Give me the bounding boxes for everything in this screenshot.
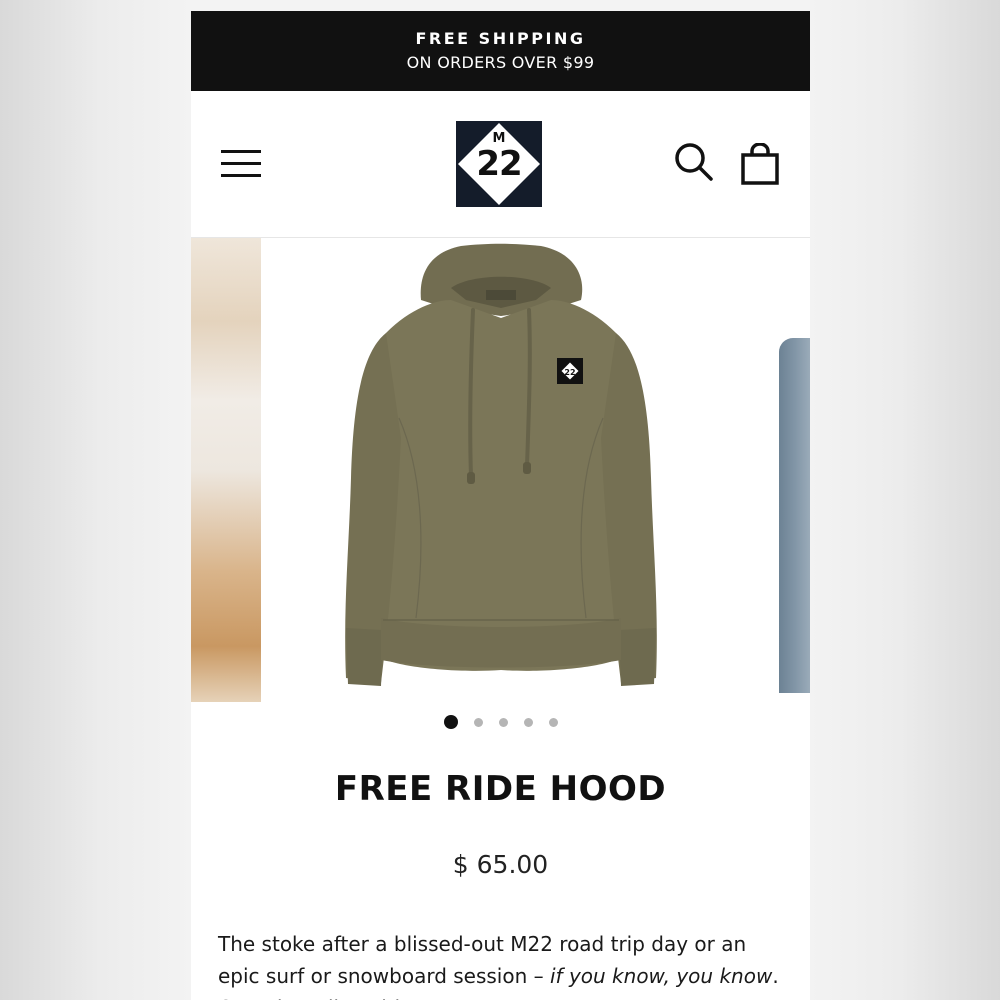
- hamburger-menu-icon[interactable]: [221, 146, 263, 182]
- product-gallery[interactable]: 22: [191, 238, 810, 708]
- gallery-dot[interactable]: [498, 717, 508, 727]
- gallery-dot[interactable]: [443, 715, 458, 729]
- gallery-dot[interactable]: [548, 717, 558, 727]
- promo-headline: FREE SHIPPING: [415, 29, 586, 48]
- phone-screen: FREE SHIPPING ON ORDERS OVER $99 M 22 22…: [191, 11, 810, 1000]
- product-price: $ 65.00: [452, 850, 549, 879]
- gallery-pagination: [191, 715, 810, 729]
- gallery-dot[interactable]: [523, 717, 533, 727]
- product-title: FREE RIDE HOOD: [334, 769, 667, 809]
- shopping-bag-icon[interactable]: [740, 142, 780, 185]
- next-image-slide[interactable]: [779, 338, 810, 693]
- gallery-dot[interactable]: [473, 717, 483, 727]
- previous-image-slide[interactable]: [191, 238, 261, 702]
- hoodie-product-image[interactable]: 22: [301, 238, 701, 708]
- promo-banner[interactable]: FREE SHIPPING ON ORDERS OVER $99: [191, 11, 810, 91]
- svg-text:22: 22: [564, 368, 575, 377]
- promo-subline: ON ORDERS OVER $99: [406, 53, 595, 72]
- site-header: M 22: [191, 91, 810, 238]
- description-italic: if you know, you know: [550, 964, 773, 988]
- logo-number: 22: [476, 144, 522, 184]
- product-description: The stoke after a blissed-out M22 road t…: [218, 928, 788, 1000]
- m22-logo[interactable]: M 22: [456, 121, 542, 207]
- search-icon[interactable]: [674, 142, 714, 182]
